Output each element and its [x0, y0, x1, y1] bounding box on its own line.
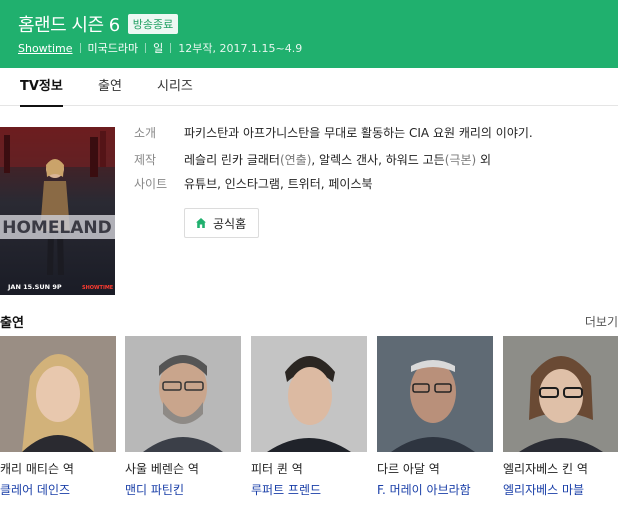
cast-role: 다르 아달 역	[377, 462, 440, 476]
comma: ,	[378, 153, 386, 167]
cast-name-link[interactable]: 클레어 데인즈	[0, 481, 116, 498]
production-values: 레슬리 린카 글래터(연출), 알렉스 갠사, 하워드 고든(극본) 외	[184, 151, 491, 168]
cast-name-link[interactable]: 맨디 파틴킨	[125, 481, 241, 498]
cast-role: 피터 퀸 역	[251, 462, 303, 476]
poster-air-text: JAN 15.SUN 9P	[7, 283, 62, 291]
sites-values: 유튜브, 인스타그램, 트위터, 페이스북	[184, 175, 373, 192]
airday-text: 일	[153, 42, 164, 55]
official-home-label: 공식홈	[213, 216, 247, 231]
network-link[interactable]: Showtime	[18, 42, 73, 55]
cast-section-header: 출연 더보기	[0, 312, 618, 331]
tab-series[interactable]: 시리즈	[157, 68, 193, 106]
title-row: 홈랜드 시즌 6 방송종료	[18, 11, 179, 37]
production-suffix: 외	[476, 153, 492, 167]
cast-photo[interactable]	[251, 336, 367, 452]
site-link-youtube[interactable]: 유튜브	[184, 177, 217, 191]
home-icon	[196, 218, 206, 228]
director-role: (연출)	[279, 153, 312, 167]
cast-photo[interactable]	[377, 336, 493, 452]
production-label: 제작	[134, 153, 157, 167]
episode-info-text: 12부작, 2017.1.15~4.9	[178, 42, 303, 55]
cast-name-link[interactable]: 루퍼트 프렌드	[251, 481, 367, 498]
tab-tv-info[interactable]: TV정보	[20, 68, 63, 107]
cast-card[interactable]: 엘리자베스 킨 역 엘리자베스 마블	[503, 336, 618, 498]
site-link-twitter[interactable]: 트위터	[288, 177, 321, 191]
creator-link[interactable]: 알렉스 갠사	[319, 153, 378, 167]
tab-cast[interactable]: 출연	[98, 68, 122, 106]
meta-divider	[145, 43, 147, 53]
synopsis-label: 소개	[134, 126, 157, 140]
cast-card[interactable]: 사울 베렌슨 역 맨디 파틴킨	[125, 336, 241, 498]
tab-bar: TV정보 출연 시리즈	[0, 68, 618, 107]
more-link[interactable]: 더보기	[585, 313, 618, 330]
cast-role: 엘리자베스 킨 역	[503, 462, 588, 476]
writer-role: (극본)	[444, 153, 477, 167]
synopsis-text: 파키스탄과 아프가니스탄을 무대로 활동하는 CIA 요원 캐리의 이야기.	[184, 126, 533, 140]
cast-name-link[interactable]: 엘리자베스 마블	[503, 481, 618, 498]
cast-card[interactable]: 다르 아달 역 F. 머레이 아브라함	[377, 336, 493, 498]
site-link-facebook[interactable]: 페이스북	[328, 177, 372, 191]
cast-name-link[interactable]: F. 머레이 아브라함	[377, 481, 493, 498]
comma: ,	[217, 177, 225, 191]
show-poster[interactable]: HOMELAND JAN 15.SUN 9P SHOWTIME	[0, 127, 115, 295]
cast-role: 캐리 매티슨 역	[0, 462, 74, 476]
cast-title: 출연	[0, 316, 24, 331]
cast-card[interactable]: 피터 퀸 역 루퍼트 프렌드	[251, 336, 367, 498]
writer-link[interactable]: 하워드 고든	[386, 153, 445, 167]
director-link[interactable]: 레슬리 린카 글래터	[184, 153, 280, 167]
cast-photo[interactable]	[125, 336, 241, 452]
cast-photo[interactable]	[0, 336, 116, 452]
show-title[interactable]: 홈랜드 시즌 6	[18, 11, 120, 37]
show-header: 홈랜드 시즌 6 방송종료 Showtime 미국드라마 일 12부작, 201…	[0, 0, 618, 68]
sites-label: 사이트	[134, 177, 168, 191]
official-home-button[interactable]: 공식홈	[184, 208, 260, 238]
poster-image: HOMELAND JAN 15.SUN 9P SHOWTIME	[0, 127, 115, 295]
show-meta: Showtime 미국드라마 일 12부작, 2017.1.15~4.9	[18, 40, 302, 56]
genre-text: 미국드라마	[87, 42, 139, 55]
meta-divider	[79, 43, 81, 53]
cast-card[interactable]: 캐리 매티슨 역 클레어 데인즈	[0, 336, 116, 498]
status-badge: 방송종료	[127, 14, 179, 34]
comma: ,	[279, 177, 288, 191]
poster-network-text: SHOWTIME	[82, 285, 114, 291]
meta-divider	[170, 43, 172, 53]
cast-role: 사울 베렌슨 역	[125, 462, 199, 476]
comma: ,	[311, 153, 320, 167]
site-link-instagram[interactable]: 인스타그램	[225, 177, 280, 191]
poster-logo: HOMELAND	[2, 218, 112, 238]
cast-photo[interactable]	[503, 336, 618, 452]
